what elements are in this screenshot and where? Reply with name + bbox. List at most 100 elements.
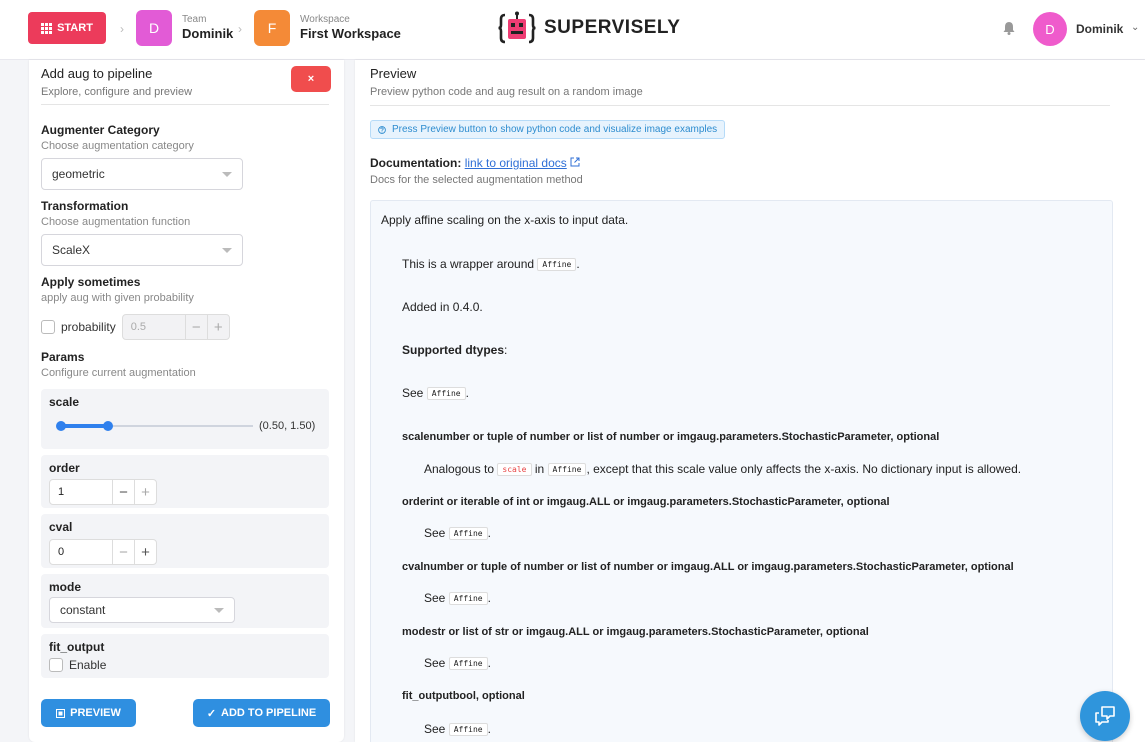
close-button[interactable]: × [291, 66, 331, 92]
caret-down-icon [222, 171, 232, 177]
probability-label: probability [61, 320, 116, 334]
plus-icon[interactable]: + [134, 480, 156, 504]
doc-scale-pre: Analogous to [424, 462, 495, 476]
scale-param: scale (0.50, 1.50) [41, 389, 329, 449]
divider [370, 105, 1110, 106]
add-to-pipeline-label: ADD TO PIPELINE [221, 707, 317, 719]
params-subtitle: Configure current augmentation [41, 367, 196, 379]
preview-button[interactable]: PREVIEW [41, 699, 136, 727]
scale-slider-low-handle[interactable] [56, 421, 66, 431]
mode-select[interactable]: constant [49, 597, 235, 623]
sometimes-subtitle: apply aug with given probability [41, 292, 194, 304]
minus-icon: − [184, 315, 207, 339]
team-caption: Team [182, 14, 207, 25]
category-select[interactable]: geometric [41, 158, 243, 190]
mode-value: constant [60, 603, 106, 617]
check-icon: ✓ [206, 707, 217, 720]
fit-output-label: fit_output [49, 640, 105, 654]
doc-see: See [424, 656, 446, 670]
mode-label: mode [49, 580, 82, 594]
doc-param-mode: modestr or list of str or imgaug.ALL or … [402, 626, 869, 638]
scale-slider-range [61, 424, 108, 428]
workspace-switcher[interactable]: F Workspace First Workspace [254, 10, 401, 46]
apps-grid-icon [41, 22, 53, 34]
doc-wrapper-line: This is a wrapper around Affine. [402, 257, 580, 272]
probability-stepper: 0.5 − + [121, 314, 230, 340]
probability-row: probability 0.5 − + [41, 314, 230, 340]
doc-dtypes-line: Supported dtypes: [402, 343, 508, 357]
external-link-icon[interactable] [570, 157, 580, 167]
code-affine: Affine [448, 527, 488, 541]
panel-title: Add aug to pipeline [41, 66, 153, 81]
code-affine: Affine [537, 258, 577, 272]
doc-param-cval: cvalnumber or tuple of number or list of… [402, 561, 1014, 573]
doc-scale-in: in [534, 462, 545, 476]
documentation-label: Documentation: [370, 156, 462, 170]
logo-text: SUPERVISELY [544, 17, 681, 38]
order-input[interactable]: 1 [50, 486, 112, 498]
add-to-pipeline-button[interactable]: ✓ ADD TO PIPELINE [193, 699, 330, 727]
top-bar: START › D Team Dominik › F Workspace Fir… [0, 0, 1145, 60]
preview-label: PREVIEW [70, 707, 121, 719]
order-stepper: 1 − + [49, 479, 157, 505]
code-affine: Affine [448, 592, 488, 606]
notice-text: Press Preview button to show python code… [392, 124, 718, 135]
original-docs-link[interactable]: link to original docs [465, 156, 567, 170]
cval-stepper: 0 − + [49, 539, 157, 565]
doc-param-order: orderint or iterable of int or imgaug.AL… [402, 496, 890, 508]
doc-see: See [424, 526, 446, 540]
chat-support-button[interactable] [1080, 691, 1130, 741]
probability-checkbox[interactable] [41, 320, 55, 334]
minus-icon[interactable]: − [112, 480, 134, 504]
doc-scale-desc: Analogous to scale in Affine, except tha… [424, 462, 1021, 477]
cval-param: cval 0 − + [41, 514, 329, 568]
code-affine: Affine [547, 463, 587, 477]
cval-input[interactable]: 0 [50, 546, 112, 558]
cval-label: cval [49, 520, 73, 534]
probability-input: 0.5 [130, 321, 146, 333]
doc-dtypes: Supported dtypes [402, 343, 505, 357]
preview-icon [56, 708, 66, 718]
start-label: START [57, 22, 93, 34]
transformation-title: Transformation [41, 199, 129, 213]
user-avatar[interactable]: D [1033, 12, 1067, 46]
order-param: order 1 − + [41, 455, 329, 508]
params-title: Params [41, 350, 85, 364]
workspace-caption: Workspace [300, 14, 350, 25]
plus-icon[interactable]: + [134, 540, 156, 564]
breadcrumb-chevron-icon: › [120, 22, 124, 36]
panel-subtitle: Explore, configure and preview [41, 86, 193, 98]
team-avatar: D [136, 10, 172, 46]
divider [41, 104, 329, 105]
order-label: order [49, 461, 80, 475]
start-button[interactable]: START [28, 12, 106, 44]
code-affine: Affine [448, 657, 488, 671]
minus-icon[interactable]: − [112, 540, 134, 564]
fit-output-param: fit_output Enable [41, 634, 329, 678]
user-name[interactable]: Dominik [1076, 22, 1123, 36]
supervisely-logo[interactable]: SUPERVISELY [498, 10, 680, 46]
code-affine: Affine [426, 387, 466, 401]
mode-param: mode constant [41, 574, 329, 628]
doc-added: Added in 0.4.0. [402, 300, 483, 314]
team-switcher[interactable]: D Team Dominik [136, 10, 233, 46]
fit-output-checkbox[interactable] [49, 658, 63, 672]
category-title: Augmenter Category [41, 123, 160, 137]
fit-output-row: Enable [49, 658, 106, 672]
preview-title: Preview [370, 66, 417, 81]
bell-icon[interactable] [1003, 21, 1015, 35]
scale-slider-high-handle[interactable] [102, 421, 113, 431]
workspace-avatar: F [254, 10, 290, 46]
category-value: geometric [52, 167, 105, 181]
doc-wrapper-text: This is a wrapper around [402, 257, 535, 271]
code-affine: Affine [448, 723, 488, 737]
chevron-down-icon[interactable]: ⌄ [1131, 22, 1139, 33]
doc-param-fit-output: fit_outputbool, optional [402, 690, 525, 702]
doc-see: See [424, 591, 446, 605]
caret-down-icon [222, 247, 232, 253]
documentation-subtitle: Docs for the selected augmentation metho… [370, 174, 583, 186]
transformation-select[interactable]: ScaleX [41, 234, 243, 266]
preview-subtitle: Preview python code and aug result on a … [370, 86, 643, 98]
doc-see: See [402, 386, 424, 400]
code-scale: scale [497, 463, 532, 477]
